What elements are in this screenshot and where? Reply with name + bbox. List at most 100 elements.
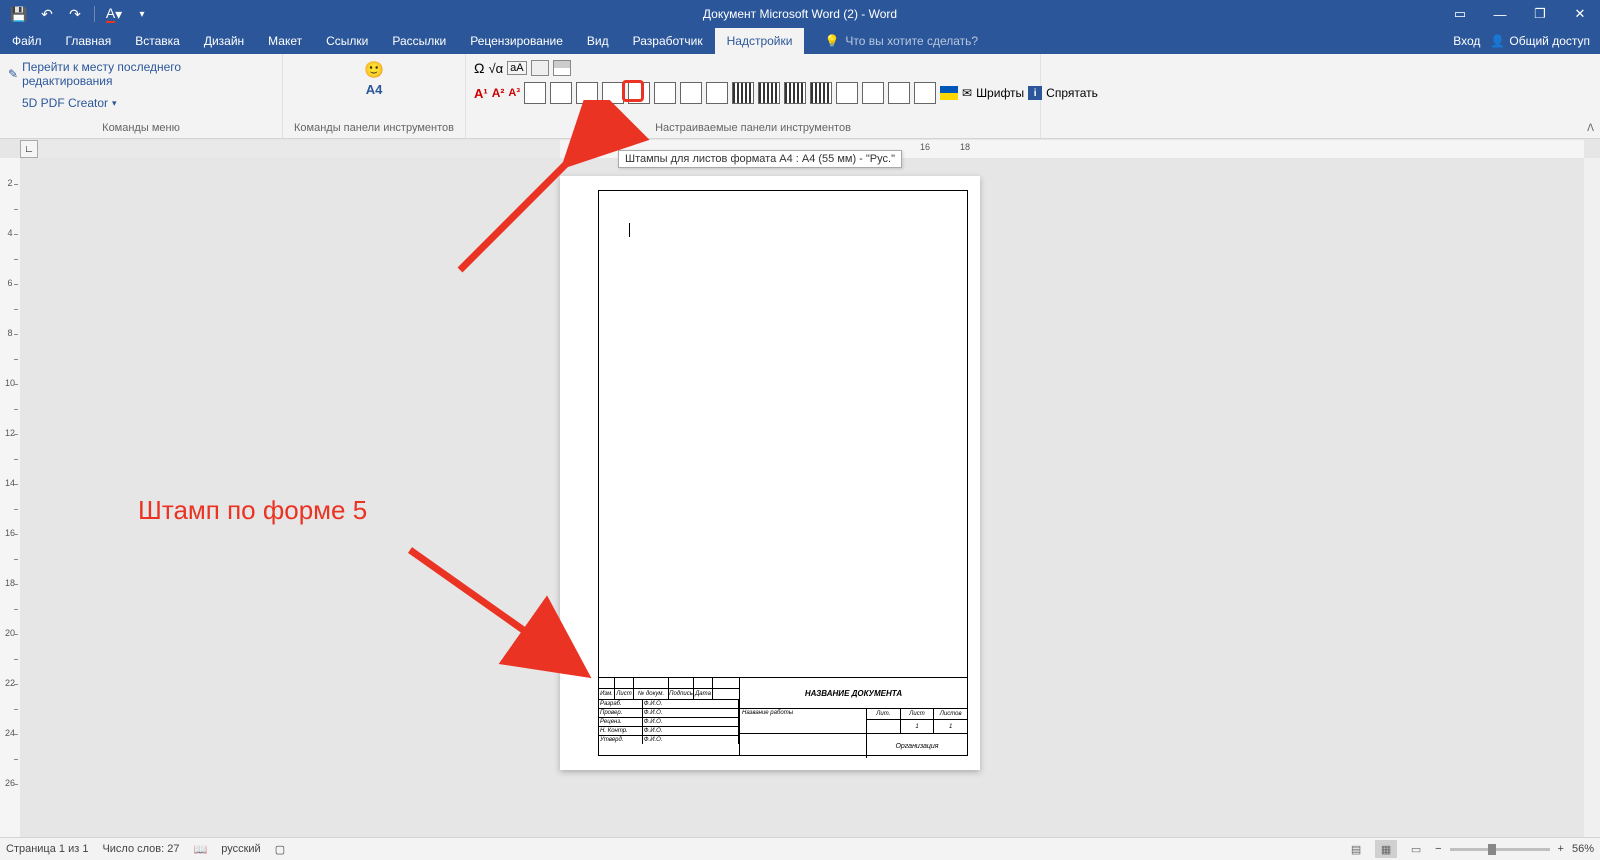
annotation-text: Штамп по форме 5 — [138, 495, 367, 526]
font-a1-icon[interactable]: A¹ — [474, 86, 488, 101]
stamp-button-9[interactable] — [732, 82, 754, 104]
stamp-button-2[interactable] — [550, 82, 572, 104]
zoom-slider[interactable] — [1450, 848, 1550, 851]
collapse-ribbon-icon[interactable]: ᐱ — [1587, 123, 1594, 134]
ribbon: ✎Перейти к месту последнего редактирован… — [0, 54, 1600, 139]
group-label: Команды меню — [8, 122, 274, 136]
status-language[interactable]: русский — [221, 843, 260, 855]
maximize-icon[interactable]: ❐ — [1520, 0, 1560, 28]
tab-view[interactable]: Вид — [575, 28, 621, 54]
tab-home[interactable]: Главная — [54, 28, 124, 54]
window-title: Документ Microsoft Word (2) - Word — [703, 7, 897, 21]
stamp-button-14[interactable] — [862, 82, 884, 104]
smiley-icon[interactable]: 🙂 — [364, 60, 384, 80]
view-web-icon[interactable]: ▭ — [1405, 840, 1427, 858]
zoom-in-icon[interactable]: + — [1558, 843, 1564, 855]
ribbon-tabs: Файл Главная Вставка Дизайн Макет Ссылки… — [0, 28, 1600, 54]
sqrt-icon[interactable]: √α — [488, 61, 503, 76]
spellcheck-icon[interactable]: 📖 — [194, 843, 208, 856]
view-read-icon[interactable]: ▤ — [1345, 840, 1367, 858]
window-controls: ▭ — ❐ ✕ — [1440, 0, 1600, 28]
group-label: Настраиваемые панели инструментов — [474, 122, 1032, 136]
field-icon[interactable] — [531, 60, 549, 76]
document-page[interactable]: Изм. Лист № докум. Подпись Дата Разраб.Ф… — [560, 176, 980, 770]
close-icon[interactable]: ✕ — [1560, 0, 1600, 28]
tab-file[interactable]: Файл — [0, 28, 54, 54]
qat-customize-icon[interactable]: ▾ — [133, 5, 151, 23]
stamp-button-4[interactable] — [602, 82, 624, 104]
ribbon-group-custom-toolbars: Ω √α aA A¹ A² A³ — [466, 54, 1041, 138]
stamp-button-6[interactable] — [654, 82, 676, 104]
stamp-button-1[interactable] — [524, 82, 546, 104]
envelope-icon[interactable]: ✉ — [962, 86, 972, 100]
doc-title-field: НАЗВАНИЕ ДОКУМЕНТА — [740, 678, 967, 709]
tab-references[interactable]: Ссылки — [314, 28, 380, 54]
stamp-button-3[interactable] — [576, 82, 598, 104]
pdf-creator-button[interactable]: 5D PDF Creator▾ — [8, 96, 117, 110]
save-icon[interactable]: 💾 — [10, 5, 28, 23]
ribbon-group-toolbar-commands: 🙂 А4 Команды панели инструментов — [283, 54, 466, 138]
font-color-icon[interactable]: A▾ — [105, 5, 123, 23]
tab-review[interactable]: Рецензирование — [458, 28, 575, 54]
page-frame: Изм. Лист № докум. Подпись Дата Разраб.Ф… — [598, 190, 968, 756]
stamp-button-13[interactable] — [836, 82, 858, 104]
font-a2-icon[interactable]: A² — [492, 86, 505, 100]
annotation-highlight — [622, 80, 644, 102]
share-icon: 👤 — [1490, 34, 1505, 48]
group-label: Команды панели инструментов — [291, 122, 457, 136]
a4-button[interactable]: А4 — [366, 82, 383, 97]
share-button[interactable]: 👤Общий доступ — [1490, 34, 1590, 48]
title-block: Изм. Лист № докум. Подпись Дата Разраб.Ф… — [599, 677, 967, 755]
ribbon-options-icon[interactable]: ▭ — [1440, 0, 1480, 28]
hide-button[interactable]: Спрятать — [1046, 86, 1098, 100]
zoom-level[interactable]: 56% — [1572, 843, 1594, 855]
tab-insert[interactable]: Вставка — [123, 28, 192, 54]
tab-developer[interactable]: Разработчик — [621, 28, 715, 54]
status-page[interactable]: Страница 1 из 1 — [6, 843, 88, 855]
goto-icon: ✎ — [8, 67, 18, 81]
tell-me[interactable]: 💡Что вы хотите сделать? — [812, 28, 990, 54]
minimize-icon[interactable]: — — [1480, 0, 1520, 28]
table-icon[interactable] — [553, 60, 571, 76]
macro-record-icon[interactable]: ▢ — [275, 843, 285, 856]
quick-access-toolbar: 💾 ↶ ↷ A▾ ▾ — [0, 5, 151, 23]
status-bar: Страница 1 из 1 Число слов: 27 📖 русский… — [0, 837, 1600, 860]
dropdown-icon: ▾ — [112, 98, 117, 109]
tab-addins[interactable]: Надстройки — [715, 28, 805, 54]
stamp-button-11[interactable] — [784, 82, 806, 104]
vertical-scrollbar[interactable] — [1584, 158, 1600, 838]
toolbar-row-1: Ω √α aA — [474, 60, 571, 76]
tab-design[interactable]: Дизайн — [192, 28, 256, 54]
undo-icon[interactable]: ↶ — [38, 5, 56, 23]
lightbulb-icon: 💡 — [824, 34, 839, 48]
title-bar: 💾 ↶ ↷ A▾ ▾ Документ Microsoft Word (2) -… — [0, 0, 1600, 28]
stamp-button-8[interactable] — [706, 82, 728, 104]
stamp-button-16[interactable] — [914, 82, 936, 104]
stamp-button-10[interactable] — [758, 82, 780, 104]
autotext-icon[interactable]: aA — [507, 61, 526, 75]
flag-ua-icon[interactable] — [940, 86, 958, 100]
ribbon-group-menu-commands: ✎Перейти к месту последнего редактирован… — [0, 54, 283, 138]
tab-mailings[interactable]: Рассылки — [380, 28, 458, 54]
signin-link[interactable]: Вход — [1453, 34, 1480, 48]
redo-icon[interactable]: ↷ — [66, 5, 84, 23]
info-icon[interactable]: i — [1028, 86, 1042, 100]
tab-selector-icon[interactable]: ∟ — [20, 140, 38, 158]
omega-icon[interactable]: Ω — [474, 60, 484, 76]
zoom-out-icon[interactable]: − — [1435, 843, 1441, 855]
tooltip: Штампы для листов формата А4 : А4 (55 мм… — [618, 150, 902, 168]
text-cursor — [629, 223, 630, 237]
goto-last-edit-button[interactable]: ✎Перейти к месту последнего редактирован… — [8, 60, 274, 88]
font-a3-icon[interactable]: A³ — [508, 87, 520, 99]
document-workspace: ∟ 16 18 2468101214161820222426 Штампы дл… — [0, 140, 1600, 838]
work-title-field: Название работы — [740, 709, 867, 733]
view-print-icon[interactable]: ▦ — [1375, 840, 1397, 858]
org-field: Организация — [867, 734, 967, 758]
stamp-button-15[interactable] — [888, 82, 910, 104]
status-word-count[interactable]: Число слов: 27 — [102, 843, 179, 855]
stamp-button-12[interactable] — [810, 82, 832, 104]
tab-layout[interactable]: Макет — [256, 28, 314, 54]
fonts-button[interactable]: Шрифты — [976, 86, 1024, 100]
vertical-ruler[interactable]: 2468101214161820222426 — [0, 158, 20, 838]
stamp-button-7[interactable] — [680, 82, 702, 104]
